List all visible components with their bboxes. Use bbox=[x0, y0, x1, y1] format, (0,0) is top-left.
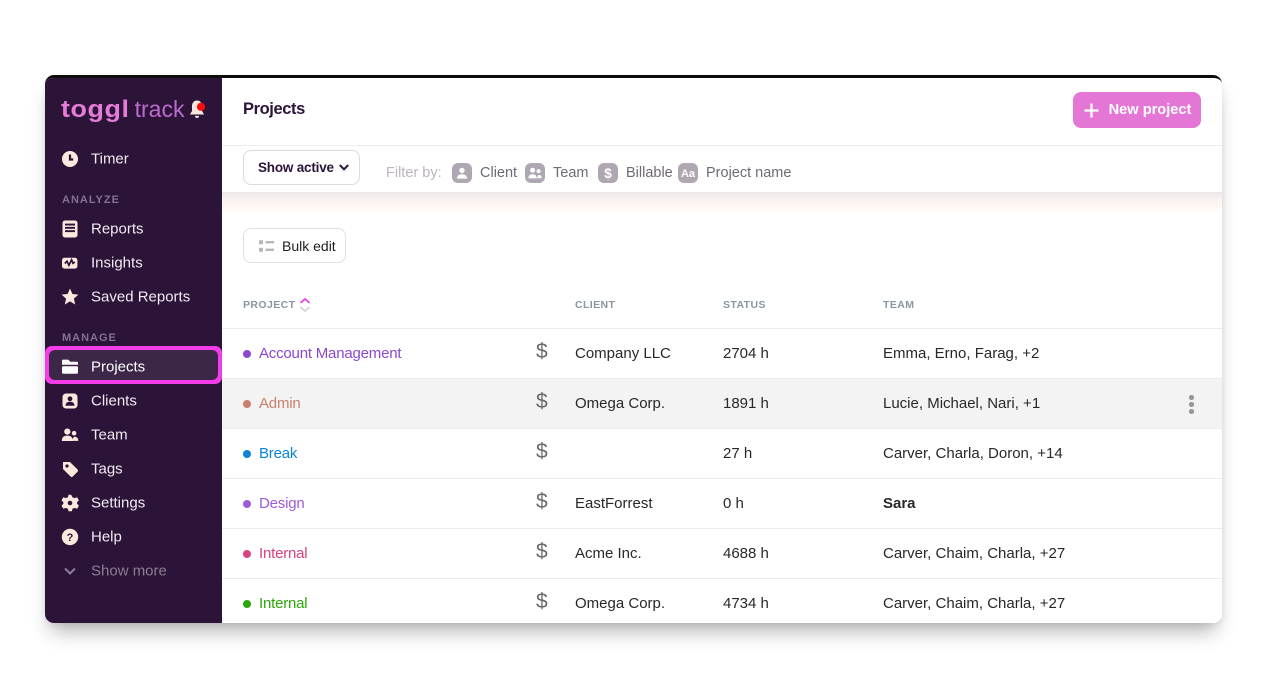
svg-text:$: $ bbox=[604, 165, 612, 180]
svg-text:?: ? bbox=[67, 532, 74, 544]
svg-text:Aa: Aa bbox=[681, 167, 696, 179]
